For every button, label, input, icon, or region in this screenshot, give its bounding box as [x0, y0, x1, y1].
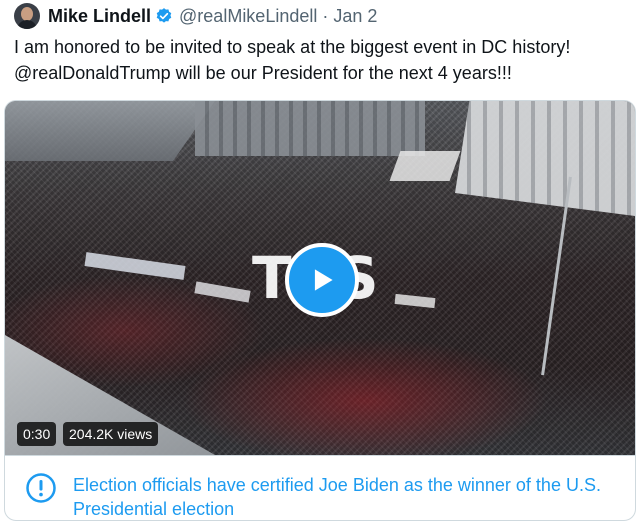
video-view-count: 204.2K views	[63, 422, 159, 446]
election-notice[interactable]: Election officials have certified Joe Bi…	[4, 455, 636, 521]
thumbnail-building-top	[195, 101, 425, 156]
thumbnail-stage	[389, 151, 461, 181]
tweet-text-line-2: @realDonaldTrump will be our President f…	[14, 63, 512, 83]
tweet-text-line-1: I am honored to be invited to speak at t…	[14, 37, 571, 57]
exclamation-icon	[25, 472, 57, 509]
play-icon	[314, 269, 333, 291]
video-player[interactable]: TOS 0:30 204.2K views	[4, 100, 636, 455]
avatar-body	[17, 20, 37, 29]
tweet-header: Mike Lindell @realMikeLindell · Jan 2	[14, 3, 377, 29]
author-handle[interactable]: @realMikeLindell	[179, 6, 317, 27]
separator-dot: ·	[322, 5, 329, 26]
play-button[interactable]	[285, 243, 359, 317]
tweet-date[interactable]: Jan 2	[333, 6, 377, 27]
avatar-face	[21, 7, 33, 21]
tweet-text: I am honored to be invited to speak at t…	[14, 34, 634, 86]
verified-badge-icon	[155, 7, 173, 25]
author-name[interactable]: Mike Lindell	[48, 6, 151, 27]
video-duration: 0:30	[17, 422, 57, 446]
avatar[interactable]	[14, 3, 40, 29]
election-notice-text[interactable]: Election officials have certified Joe Bi…	[73, 473, 623, 521]
